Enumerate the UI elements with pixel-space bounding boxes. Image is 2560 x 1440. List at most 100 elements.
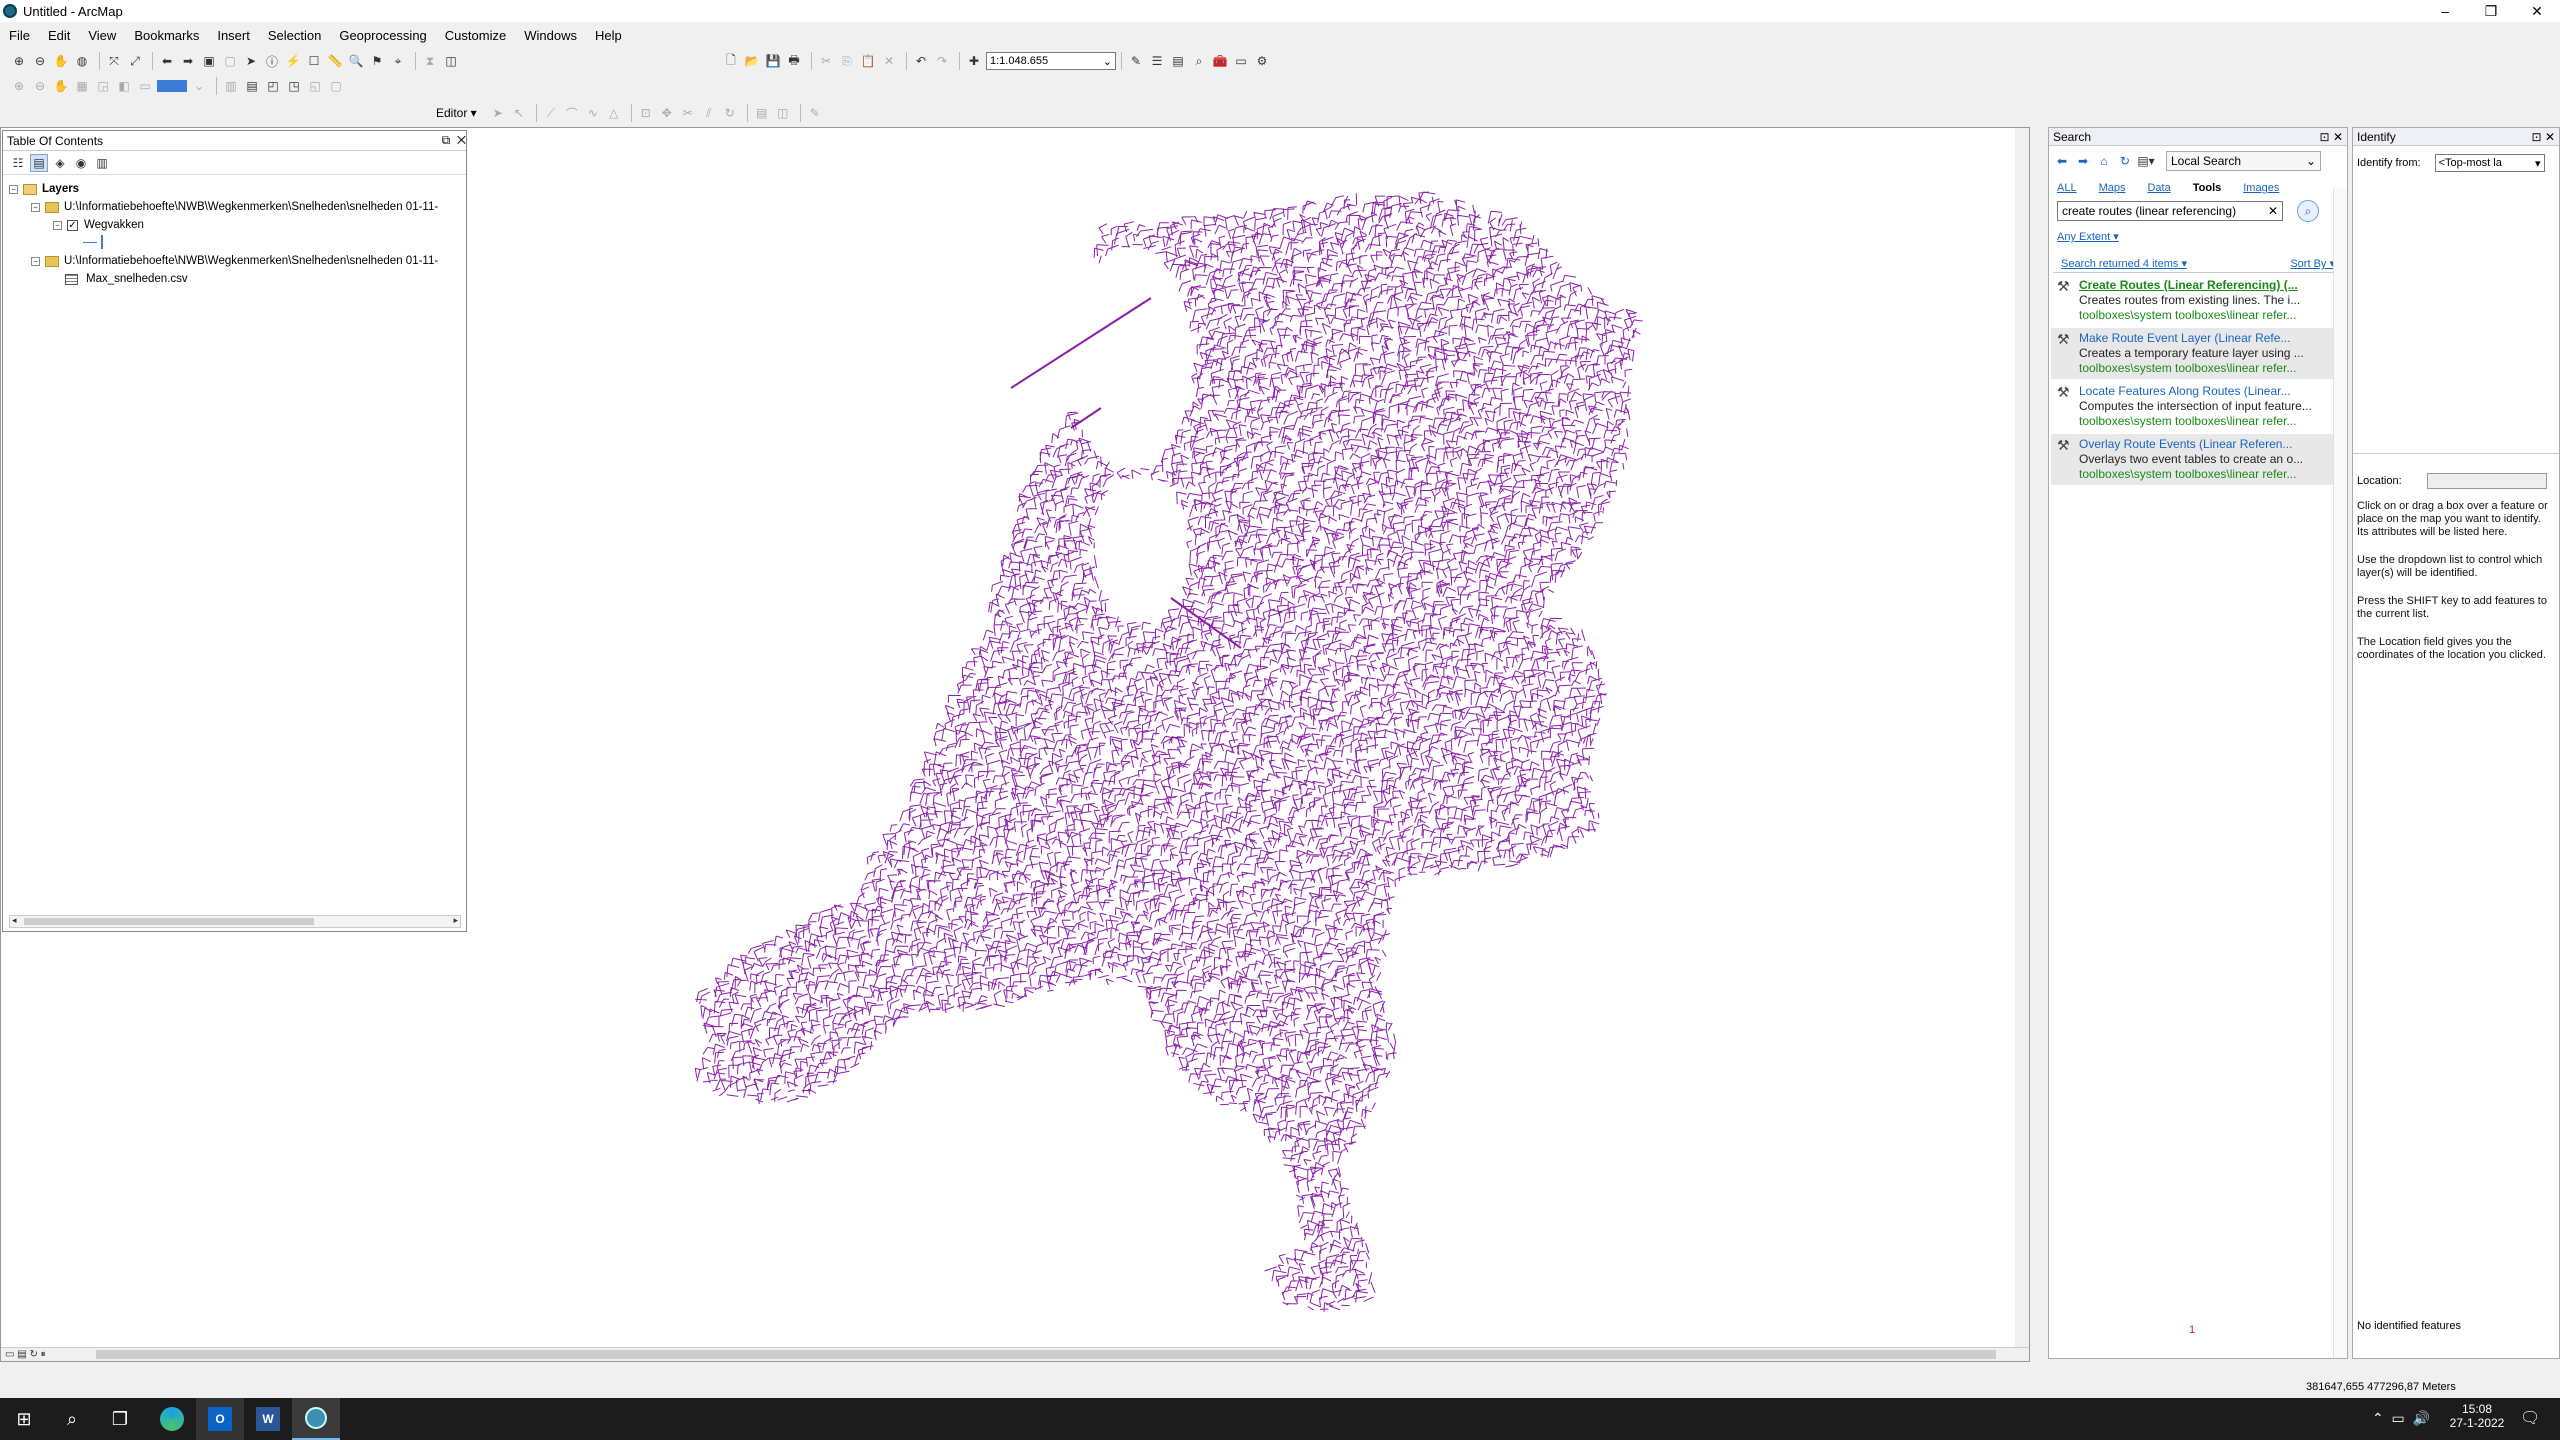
toc-source-path-1[interactable]: U:\Informatiebehoefte\NWB\Wegkenmerken\S… xyxy=(64,201,438,213)
edit-vertices-icon[interactable]: ⊡ xyxy=(637,104,655,122)
auto-hide-icon[interactable]: ⊡ xyxy=(2320,130,2330,144)
any-extent-link[interactable]: Any Extent ▾ xyxy=(2057,231,2119,243)
toc-hscroll-thumb[interactable] xyxy=(24,918,314,925)
close-icon[interactable]: ✕ xyxy=(2333,130,2343,144)
location-field[interactable] xyxy=(2427,473,2547,489)
map-vertical-scrollbar[interactable] xyxy=(2015,128,2029,1361)
layout-more-icon[interactable]: ▢ xyxy=(327,77,345,95)
select-elements-icon[interactable]: ➤ xyxy=(242,52,260,70)
redo-icon[interactable]: ↷ xyxy=(933,52,951,70)
change-layout-icon[interactable]: ◳ xyxy=(285,77,303,95)
reshape-icon[interactable]: ✥ xyxy=(658,104,676,122)
search-vertical-scrollbar[interactable] xyxy=(2333,188,2347,1358)
time-slider-icon[interactable]: ⧗ xyxy=(421,52,439,70)
trace-icon[interactable]: ∿ xyxy=(584,104,602,122)
search-icon[interactable]: ⌕ xyxy=(2297,200,2319,222)
list-by-visibility-icon[interactable]: ◈ xyxy=(51,154,69,172)
layout-back-icon[interactable]: ◧ xyxy=(115,77,133,95)
identify-icon[interactable]: ⓘ xyxy=(263,52,281,70)
copy-icon[interactable]: ⎘ xyxy=(838,52,856,70)
system-tray-icons[interactable]: ⌃ ▭ 🔊 xyxy=(2372,1410,2430,1427)
close-icon[interactable]: ✕ xyxy=(457,133,466,147)
toggle-draft-icon[interactable]: ▤ xyxy=(243,77,261,95)
python-icon[interactable]: ▭ xyxy=(1232,52,1250,70)
splitter[interactable] xyxy=(2353,453,2559,454)
menu-view[interactable]: View xyxy=(79,28,125,43)
fill-color-icon[interactable] xyxy=(157,80,187,92)
collapse-icon[interactable]: − xyxy=(53,220,62,230)
menu-customize[interactable]: Customize xyxy=(436,28,515,43)
menu-geoprocessing[interactable]: Geoprocessing xyxy=(330,28,435,43)
search-result-item[interactable]: ⚒ Locate Features Along Routes (Linear..… xyxy=(2051,381,2345,432)
point-icon[interactable]: △ xyxy=(605,104,623,122)
scroll-right-icon[interactable]: ▸ xyxy=(453,915,458,926)
go-to-xy-icon[interactable]: ⌖ xyxy=(389,52,407,70)
menu-insert[interactable]: Insert xyxy=(208,28,259,43)
search-result-item[interactable]: ⚒ Overlay Route Events (Linear Referen..… xyxy=(2051,434,2345,485)
tab-data[interactable]: Data xyxy=(2147,182,2170,194)
tab-maps[interactable]: Maps xyxy=(2099,182,2126,194)
notifications-icon[interactable]: 🗨 xyxy=(2520,1408,2540,1428)
hyperlink-icon[interactable]: ⚡ xyxy=(284,52,302,70)
list-by-drawing-order-icon[interactable]: ☷ xyxy=(9,154,27,172)
full-extent-icon[interactable]: ◍ xyxy=(73,52,91,70)
auto-hide-icon[interactable]: ⧉ xyxy=(442,133,451,147)
task-view-icon[interactable]: ❐ xyxy=(96,1398,144,1440)
toc-horizontal-scrollbar[interactable]: ◂ ▸ xyxy=(9,915,461,928)
tab-tools[interactable]: Tools xyxy=(2193,182,2222,194)
select-features-icon[interactable]: ▣ xyxy=(200,52,218,70)
result-title[interactable]: Make Route Event Layer (Linear Refe... xyxy=(2079,331,2341,346)
search-icon[interactable]: ⌕ xyxy=(48,1398,96,1440)
search-options-icon[interactable]: ▤▾ xyxy=(2137,152,2155,170)
forward-icon[interactable]: ➡ xyxy=(179,52,197,70)
result-title[interactable]: Create Routes (Linear Referencing) (... xyxy=(2079,278,2341,293)
list-by-selection-icon[interactable]: ◉ xyxy=(72,154,90,172)
end-point-arc-icon[interactable]: ⌒ xyxy=(563,104,581,122)
layer-visibility-checkbox[interactable]: ✓ xyxy=(67,219,78,231)
create-viewer-icon[interactable]: ◫ xyxy=(442,52,460,70)
print-icon[interactable]: 🖶 xyxy=(785,52,803,70)
rotate-icon[interactable]: ↻ xyxy=(721,104,739,122)
search-input[interactable]: create routes (linear referencing) ✕ xyxy=(2057,201,2283,221)
map-scale-dropdown[interactable]: 1:1.048.655 ⌄ xyxy=(986,52,1116,70)
draw-rectangle-icon[interactable]: ▭ xyxy=(136,77,154,95)
create-features-icon[interactable]: ✎ xyxy=(806,104,824,122)
edit-annotation-icon[interactable]: ↖ xyxy=(510,104,528,122)
toc-source-path-2[interactable]: U:\Informatiebehoefte\NWB\Wegkenmerken\S… xyxy=(64,255,438,267)
arctoolbox-icon[interactable]: 🧰 xyxy=(1211,52,1229,70)
collapse-icon[interactable]: − xyxy=(31,256,40,266)
new-document-icon[interactable]: 🗋 xyxy=(722,52,740,70)
collapse-icon[interactable]: − xyxy=(9,184,18,194)
menu-help[interactable]: Help xyxy=(586,28,631,43)
layout-zoom-out-icon[interactable]: ⊖ xyxy=(31,77,49,95)
search-window-icon[interactable]: ⌕ xyxy=(1190,52,1208,70)
search-scope-dropdown[interactable]: Local Search ⌄ xyxy=(2166,151,2321,171)
toc-table-max-snelheden[interactable]: Max_snelheden.csv xyxy=(86,273,188,285)
search-returned-link[interactable]: Search returned 4 items ▾ xyxy=(2061,257,2187,270)
catalog-icon[interactable]: ▤ xyxy=(1169,52,1187,70)
straight-segment-icon[interactable]: ⟋ xyxy=(542,104,560,122)
restore-button[interactable]: ❐ xyxy=(2468,0,2514,22)
pan-icon[interactable]: ✋ xyxy=(52,52,70,70)
zoom-in-icon[interactable]: ⊕ xyxy=(10,52,28,70)
model-builder-icon[interactable]: ⚙ xyxy=(1253,52,1271,70)
clear-selection-icon[interactable]: ▢ xyxy=(221,52,239,70)
close-icon[interactable]: ✕ xyxy=(2545,130,2555,144)
map-horizontal-scrollbar[interactable]: ▭ ▤ ↻ ⏸ xyxy=(1,1347,2029,1361)
save-icon[interactable]: 💾 xyxy=(764,52,782,70)
search-result-item[interactable]: ⚒ Create Routes (Linear Referencing) (..… xyxy=(2051,275,2345,326)
identify-from-dropdown[interactable]: <Top-most la ▾ xyxy=(2434,154,2545,172)
sort-by-link[interactable]: Sort By ▾ xyxy=(2290,257,2335,270)
auto-hide-icon[interactable]: ⊡ xyxy=(2532,130,2542,144)
find-route-icon[interactable]: ⚑ xyxy=(368,52,386,70)
measure-icon[interactable]: 📏 xyxy=(326,52,344,70)
add-data-icon[interactable]: ✚ xyxy=(965,52,983,70)
forward-icon[interactable]: ➡ xyxy=(2074,152,2092,170)
back-icon[interactable]: ⬅ xyxy=(2053,152,2071,170)
menu-selection[interactable]: Selection xyxy=(259,28,330,43)
menu-edit[interactable]: Edit xyxy=(39,28,79,43)
paste-icon[interactable]: 📋 xyxy=(859,52,877,70)
toc-layer-wegvakken[interactable]: Wegvakken xyxy=(84,219,144,231)
delete-icon[interactable]: ✕ xyxy=(880,52,898,70)
menu-file[interactable]: File xyxy=(0,28,39,43)
